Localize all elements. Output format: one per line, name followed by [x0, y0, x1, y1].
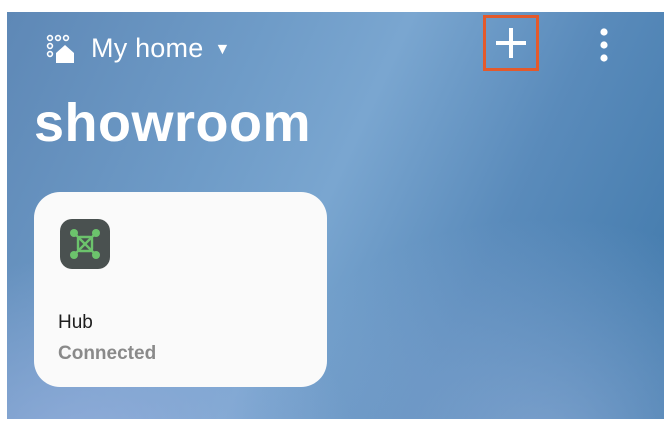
app-screen: My home ▼ showroom Hub Connected: [7, 12, 664, 419]
room-title: showroom: [34, 93, 312, 153]
location-selector[interactable]: My home ▼: [46, 33, 230, 64]
device-status: Connected: [58, 343, 157, 364]
location-label: My home: [91, 33, 204, 63]
plus-icon: [496, 28, 526, 58]
more-options-button[interactable]: [589, 27, 619, 63]
home-location-icon: [46, 34, 74, 64]
more-vertical-icon: [600, 28, 608, 62]
add-button[interactable]: [483, 15, 539, 71]
caret-down-icon: ▼: [214, 40, 231, 58]
hub-icon: [60, 219, 110, 269]
device-name: Hub: [58, 312, 93, 333]
device-card-hub[interactable]: Hub Connected: [34, 192, 327, 387]
